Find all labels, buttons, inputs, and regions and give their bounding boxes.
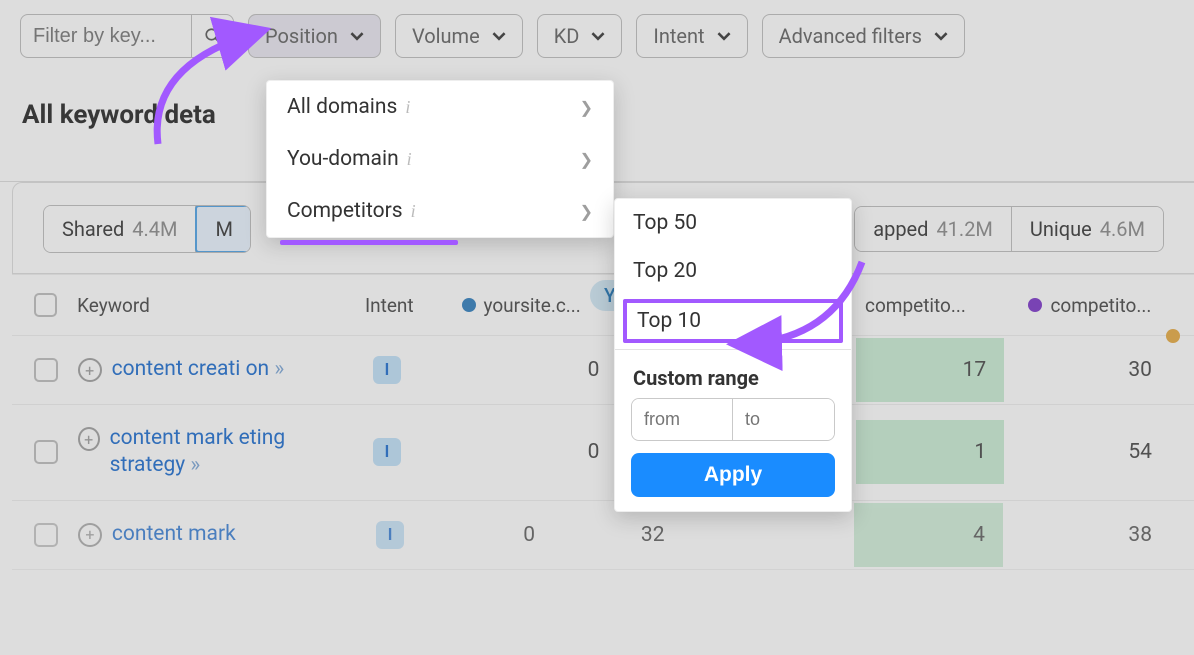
table-row: + content mark I 0 32 4 38 — [12, 501, 1194, 570]
keyword-tabset-right: apped 41.2M Unique 4.6M — [854, 206, 1164, 252]
filter-volume-label: Volume — [412, 24, 480, 48]
row-checkbox[interactable] — [34, 358, 58, 382]
chevron-down-icon — [350, 29, 364, 43]
expand-icon[interactable]: + — [78, 358, 102, 382]
info-icon: i — [411, 201, 416, 222]
chevron-right-icon: ❯ — [580, 98, 593, 117]
cell-value: 1 — [856, 420, 1004, 484]
tab-missing[interactable]: M — [195, 205, 250, 253]
dd-top10[interactable]: Top 10 — [623, 299, 843, 343]
filter-position-label: Position — [265, 24, 338, 48]
tab-unique-label: Unique — [1030, 217, 1092, 241]
dd-all-domains[interactable]: All domains i ❯ — [267, 81, 613, 133]
col-keyword[interactable]: Keyword — [77, 294, 345, 317]
chevron-right-icon: ❯ — [580, 202, 593, 221]
search-icon — [204, 27, 222, 45]
cell-value: 32 — [575, 523, 684, 547]
range-to-input[interactable] — [733, 399, 834, 440]
filter-kd[interactable]: KD — [537, 14, 623, 58]
custom-range-inputs — [631, 398, 835, 441]
dot-icon — [1028, 298, 1042, 312]
filter-keyword-input[interactable] — [21, 25, 191, 48]
dd-all-domains-label: All domains — [287, 95, 397, 119]
position-dropdown: All domains i ❯ You-domain i ❯ Competito… — [266, 80, 614, 238]
filter-advanced-label: Advanced filters — [779, 24, 922, 48]
dd-competitors[interactable]: Competitors i ❯ — [267, 185, 613, 237]
cell-value: 54 — [1024, 440, 1172, 464]
table-row: + content mark eting strategy » I 0 1 54 — [12, 405, 1194, 501]
col-competitor2[interactable]: competito... — [1028, 294, 1171, 317]
position-range-dropdown: Top 50 Top 20 Top 10 Custom range Apply — [614, 198, 852, 512]
cell-value: 17 — [856, 338, 1004, 402]
expand-icon[interactable]: + — [78, 523, 102, 547]
cell-value: 0 — [475, 523, 555, 547]
chevron-down-icon — [934, 29, 948, 43]
tab-unique-count: 4.6M — [1100, 217, 1145, 241]
tab-shared[interactable]: Shared 4.4M — [44, 206, 196, 252]
col-yoursite-label: yoursite.c... — [484, 294, 581, 317]
intent-badge: I — [373, 438, 401, 466]
keyword-link[interactable]: content mark — [112, 521, 236, 548]
cell-value: 0 — [472, 440, 620, 464]
tab-shared-label: Shared — [62, 217, 124, 241]
info-icon: i — [407, 149, 412, 170]
filter-keyword-wrap[interactable] — [20, 14, 234, 58]
filter-intent-label: Intent — [653, 24, 704, 48]
keyword-link[interactable]: content mark eting strategy » — [110, 425, 353, 480]
tab-unique[interactable]: Unique 4.6M — [1012, 207, 1163, 251]
dd-top50[interactable]: Top 50 — [615, 199, 851, 247]
cell-value: 38 — [1023, 523, 1172, 547]
dd-you-domain-label: You-domain — [287, 147, 399, 171]
tab-untapped-count: 41.2M — [936, 217, 992, 241]
tab-untapped-label: apped — [873, 217, 928, 241]
keyword-tabset: Shared 4.4M M — [43, 205, 251, 253]
chevron-down-icon — [717, 29, 731, 43]
col-intent[interactable]: Intent — [365, 294, 442, 317]
chevron-right-icon: ❯ — [580, 150, 593, 169]
range-from-input[interactable] — [632, 399, 733, 440]
dd-top20[interactable]: Top 20 — [615, 247, 851, 295]
tab-missing-label: M — [215, 217, 232, 241]
tab-untapped[interactable]: apped 41.2M — [855, 207, 1012, 251]
chevron-down-icon — [591, 29, 605, 43]
chevron-down-icon — [492, 29, 506, 43]
dd-competitors-label: Competitors — [287, 199, 403, 223]
filter-intent[interactable]: Intent — [636, 14, 747, 58]
filter-volume[interactable]: Volume — [395, 14, 523, 58]
select-all-checkbox[interactable] — [34, 293, 57, 317]
filter-advanced[interactable]: Advanced filters — [762, 14, 965, 58]
expand-icon[interactable]: + — [78, 427, 100, 451]
dd-custom-range-title: Custom range — [615, 356, 851, 398]
apply-button[interactable]: Apply — [631, 453, 835, 497]
cell-value: 30 — [1024, 358, 1172, 382]
col-competitor1[interactable]: competito... — [865, 294, 1008, 317]
cell-value: 4 — [854, 503, 1003, 567]
search-button[interactable] — [191, 15, 233, 57]
intent-badge: I — [373, 356, 401, 384]
dot-icon — [462, 298, 476, 312]
col-competitor2-label: competito... — [1050, 294, 1151, 317]
info-icon: i — [405, 97, 410, 118]
highlight-underline — [280, 240, 458, 245]
dd-you-domain[interactable]: You-domain i ❯ — [267, 133, 613, 185]
row-checkbox[interactable] — [34, 523, 58, 547]
row-checkbox[interactable] — [34, 440, 58, 464]
cell-value: 0 — [472, 358, 620, 382]
keyword-link[interactable]: content creati on » — [112, 356, 285, 383]
tab-shared-count: 4.4M — [132, 217, 177, 241]
col-competitor1-label: competito... — [865, 294, 966, 317]
table-row: + content creati on » I 0 17 30 — [12, 336, 1194, 405]
col-yoursite[interactable]: yoursite.c... — [462, 294, 605, 317]
intent-badge: I — [376, 521, 404, 549]
filter-position[interactable]: Position — [248, 14, 381, 58]
filter-kd-label: KD — [554, 24, 580, 48]
